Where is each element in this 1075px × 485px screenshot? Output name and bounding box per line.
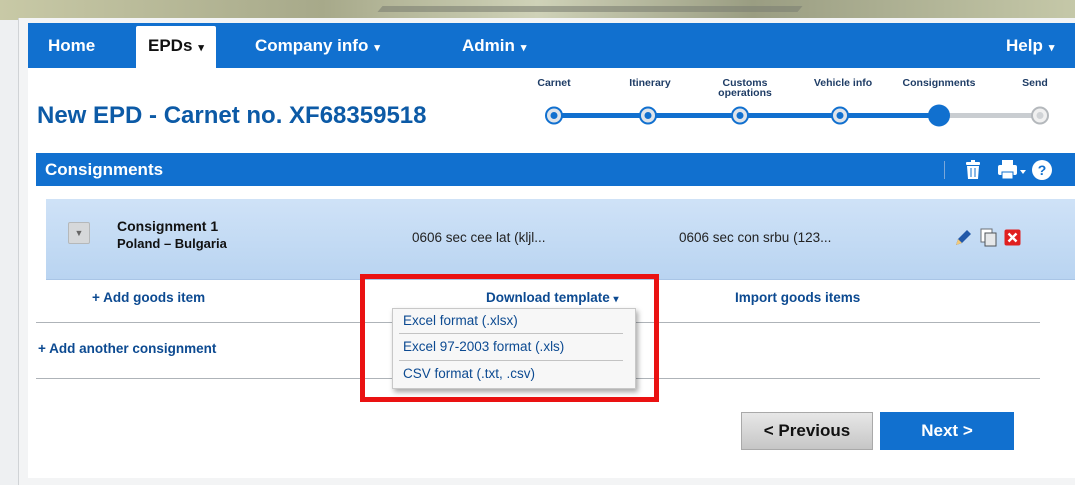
progress-stepper bbox=[545, 104, 1049, 127]
consignment-title: Consignment 1 bbox=[117, 218, 219, 234]
nav-admin[interactable]: Admin ▾ bbox=[462, 23, 526, 68]
step-dot-carnet[interactable] bbox=[545, 106, 563, 125]
consignment-row[interactable]: ▼ Consignment 1 Poland – Bulgaria 0606 s… bbox=[46, 199, 1075, 280]
nav-epds[interactable]: EPDs ▾ bbox=[136, 26, 216, 68]
chevron-down-icon: ▾ bbox=[198, 42, 204, 54]
nav-help-label: Help bbox=[1006, 36, 1043, 55]
add-another-consignment-link[interactable]: + Add another consignment bbox=[38, 341, 216, 356]
divider bbox=[636, 322, 1040, 323]
nav-company-info[interactable]: Company info ▾ bbox=[255, 23, 380, 68]
step-dot-customs-operations[interactable] bbox=[731, 106, 749, 125]
step-label-customs-operations[interactable]: Customs operations bbox=[705, 78, 785, 99]
chevron-down-icon: ▾ bbox=[1048, 42, 1055, 54]
chevron-down-icon: ▾ bbox=[520, 42, 527, 54]
next-button[interactable]: Next > bbox=[880, 412, 1014, 450]
consignment-route: Poland – Bulgaria bbox=[117, 236, 227, 251]
step-dot-itinerary[interactable] bbox=[639, 106, 657, 125]
step-label-vehicle-info[interactable]: Vehicle info bbox=[798, 78, 888, 89]
nav-home-label: Home bbox=[48, 36, 96, 55]
edit-pencil-icon[interactable] bbox=[954, 229, 972, 247]
nav-home[interactable]: Home bbox=[48, 23, 95, 68]
main-nav: Home EPDs ▾ Company info ▾ Admin ▾ Help ▾ bbox=[28, 23, 1075, 68]
expand-toggle-icon[interactable]: ▼ bbox=[68, 222, 90, 244]
consignment-consignee: 0606 sec con srbu (123... bbox=[679, 230, 832, 245]
delete-icon[interactable] bbox=[1004, 229, 1021, 246]
step-dot-consignments-current[interactable] bbox=[928, 104, 950, 127]
step-dot-send[interactable] bbox=[1031, 106, 1049, 125]
divider bbox=[36, 322, 392, 323]
nav-help[interactable]: Help ▾ bbox=[1006, 23, 1054, 68]
nav-admin-label: Admin bbox=[462, 36, 515, 55]
nav-epds-label: EPDs bbox=[148, 36, 193, 55]
step-label-carnet[interactable]: Carnet bbox=[509, 78, 599, 89]
divider bbox=[636, 378, 1040, 379]
highlight-annotation-box bbox=[360, 274, 659, 402]
help-icon[interactable]: ? bbox=[1031, 159, 1053, 181]
consignments-panel-header: Consignments ? bbox=[36, 153, 1075, 186]
stepper-track-pending bbox=[939, 113, 1039, 118]
copy-icon[interactable] bbox=[980, 228, 998, 247]
step-label-consignments[interactable]: Consignments bbox=[894, 78, 984, 89]
header-banner-image bbox=[0, 0, 1075, 20]
svg-text:?: ? bbox=[1038, 162, 1047, 178]
divider bbox=[36, 378, 392, 379]
chevron-down-icon: ▾ bbox=[374, 42, 380, 54]
import-goods-items-link[interactable]: Import goods items bbox=[735, 290, 860, 305]
previous-button[interactable]: < Previous bbox=[741, 412, 873, 450]
header-divider bbox=[944, 161, 945, 179]
page-title: New EPD - Carnet no. XF68359518 bbox=[37, 102, 427, 129]
step-label-itinerary[interactable]: Itinerary bbox=[605, 78, 695, 89]
panel-title: Consignments bbox=[45, 160, 164, 179]
nav-company-info-label: Company info bbox=[255, 36, 369, 55]
trash-icon[interactable] bbox=[963, 159, 983, 181]
consignment-sender: 0606 sec cee lat (kljl... bbox=[412, 230, 546, 245]
step-dot-vehicle-info[interactable] bbox=[831, 106, 849, 125]
step-label-send[interactable]: Send bbox=[1000, 78, 1070, 89]
add-goods-item-link[interactable]: + Add goods item bbox=[92, 290, 205, 305]
printer-icon[interactable] bbox=[997, 159, 1027, 181]
